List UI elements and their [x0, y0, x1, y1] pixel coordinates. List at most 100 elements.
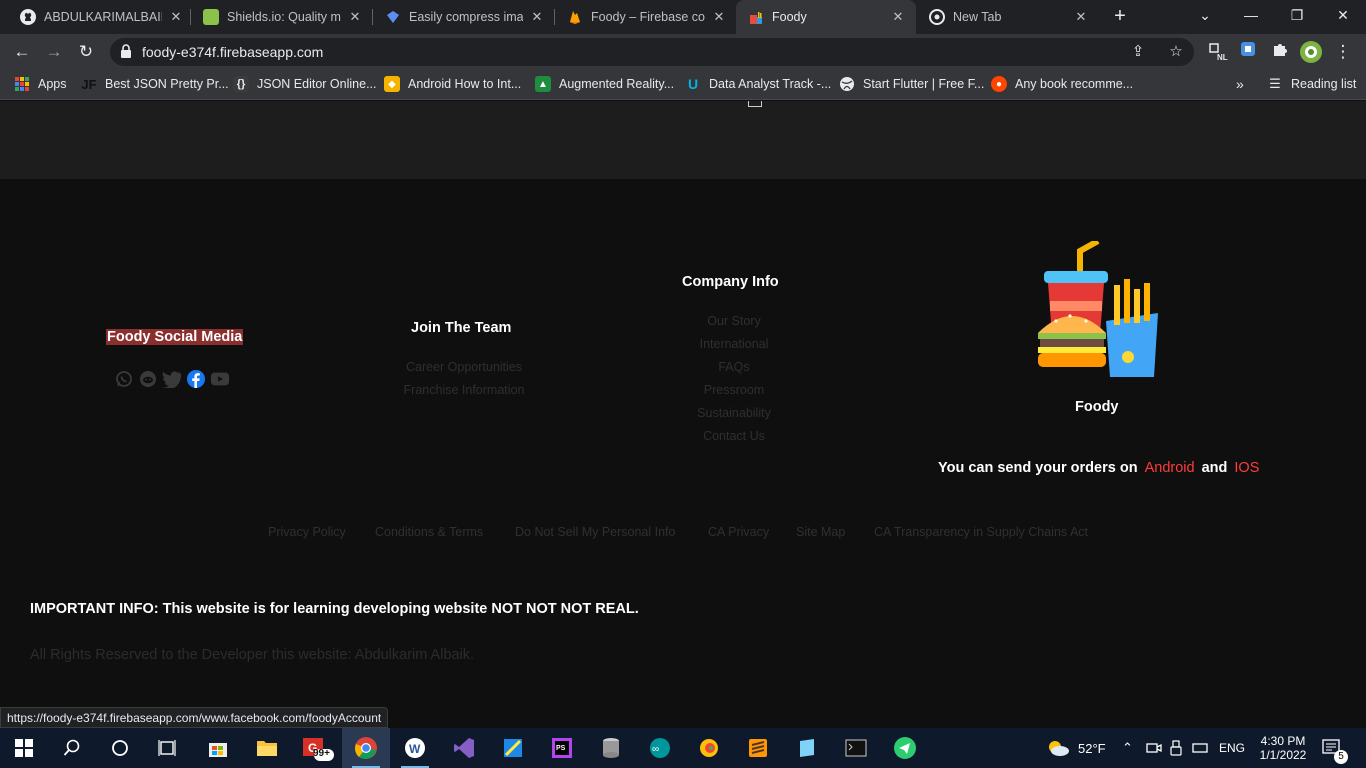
reddit-icon: ●	[991, 76, 1007, 92]
and-text: and	[1201, 460, 1228, 476]
bookmark-label: Start Flutter | Free F...	[863, 77, 985, 91]
ar-icon: ▲	[535, 76, 551, 92]
telegram-icon[interactable]	[881, 728, 929, 768]
url-text[interactable]: foody-e374f.firebaseapp.com	[142, 44, 323, 60]
android-link[interactable]: Android	[1142, 460, 1198, 476]
reddit-icon[interactable]	[138, 369, 158, 389]
new-tab-button[interactable]: +	[1108, 5, 1132, 29]
status-url-bubble: https://foody-e374f.firebaseapp.com/www.…	[0, 707, 389, 728]
close-icon[interactable]: ✕	[890, 9, 906, 25]
network-icon[interactable]	[1192, 728, 1208, 768]
bookmark-star-icon[interactable]: ☆	[1166, 42, 1186, 60]
international-link[interactable]: International	[664, 333, 804, 356]
do-not-sell-link[interactable]: Do Not Sell My Personal Info	[515, 525, 676, 539]
forward-icon[interactable]: →	[42, 40, 66, 64]
contact-us-link[interactable]: Contact Us	[664, 425, 804, 448]
cortana-icon[interactable]	[96, 728, 144, 768]
share-icon[interactable]: ⇪	[1128, 42, 1148, 60]
svg-text:∞: ∞	[652, 744, 659, 755]
github-icon	[20, 9, 36, 25]
tab-github[interactable]: ABDULKARIMALBAIK/ ✕	[8, 0, 194, 34]
dev-tool-icon[interactable]	[489, 728, 537, 768]
site-map-link[interactable]: Site Map	[796, 525, 845, 539]
restore-button[interactable]: ❐	[1274, 0, 1320, 32]
twitter-icon[interactable]	[162, 369, 182, 389]
mail-icon[interactable]: G 99+	[293, 728, 341, 768]
bookmark-json-editor[interactable]: {} JSON Editor Online...	[233, 76, 377, 92]
visual-studio-icon[interactable]	[440, 728, 488, 768]
spiral-app-icon[interactable]	[685, 728, 733, 768]
close-window-button[interactable]: ✕	[1320, 0, 1366, 32]
bookmark-label: Best JSON Pretty Pr...	[105, 77, 229, 91]
file-explorer-icon[interactable]	[243, 728, 291, 768]
tray-overflow-icon[interactable]: ⌃	[1122, 728, 1133, 768]
our-story-link[interactable]: Our Story	[664, 310, 804, 333]
reading-list-button[interactable]: ☰ Reading list	[1267, 76, 1356, 92]
facebook-icon[interactable]	[186, 369, 206, 389]
ios-link[interactable]: IOS	[1231, 460, 1262, 476]
tab-shields[interactable]: Shields.io: Quality met ✕	[191, 0, 373, 34]
word-icon[interactable]: W	[391, 728, 439, 768]
close-icon[interactable]: ✕	[711, 9, 727, 25]
minimize-button[interactable]: —	[1228, 0, 1274, 32]
weather-widget[interactable]: 52°F	[1046, 728, 1106, 768]
svg-text:PS: PS	[556, 745, 566, 752]
close-icon[interactable]: ✕	[1073, 9, 1089, 25]
conditions-terms-link[interactable]: Conditions & Terms	[375, 525, 483, 539]
close-icon[interactable]: ✕	[168, 9, 184, 25]
faqs-link[interactable]: FAQs	[664, 356, 804, 379]
back-icon[interactable]: ←	[10, 40, 34, 64]
bookmark-json-pretty[interactable]: JF Best JSON Pretty Pr...	[81, 76, 229, 92]
task-view-icon[interactable]	[144, 728, 192, 768]
youtube-icon[interactable]	[210, 369, 230, 389]
meet-now-icon[interactable]	[1146, 728, 1162, 768]
extension-nl-icon[interactable]: NL	[1206, 40, 1230, 64]
notification-badge: 5	[1334, 750, 1348, 764]
notes-app-icon[interactable]	[783, 728, 831, 768]
bookmark-udacity[interactable]: U Data Analyst Track -...	[685, 76, 831, 92]
extension-blue-icon[interactable]	[1236, 40, 1260, 64]
bookmark-flutter[interactable]: Start Flutter | Free F...	[839, 76, 984, 92]
clock[interactable]: 4:30 PM 1/1/2022	[1258, 728, 1308, 768]
privacy-policy-link[interactable]: Privacy Policy	[268, 525, 346, 539]
bookmark-label: Augmented Reality...	[559, 77, 675, 91]
franchise-information-link[interactable]: Franchise Information	[384, 379, 544, 402]
search-icon[interactable]	[48, 728, 96, 768]
tab-search-icon[interactable]: ⌄	[1182, 0, 1228, 32]
notification-center-icon[interactable]: 5	[1322, 728, 1348, 768]
career-opportunities-link[interactable]: Career Opportunities	[384, 356, 544, 379]
menu-icon[interactable]: ⋮	[1331, 40, 1355, 64]
extensions-puzzle-icon[interactable]	[1268, 40, 1292, 64]
terminal-icon[interactable]	[832, 728, 880, 768]
bookmarks-overflow-button[interactable]: »	[1236, 76, 1244, 92]
whatsapp-icon[interactable]	[114, 369, 134, 389]
start-button[interactable]	[0, 728, 48, 768]
reload-icon[interactable]: ↻	[74, 40, 98, 64]
tab-firebase[interactable]: Foody – Firebase cons ✕	[555, 0, 737, 34]
address-bar[interactable]: foody-e374f.firebaseapp.com ⇪ ☆	[110, 38, 1194, 66]
social-icons	[114, 369, 230, 389]
bookmark-ar[interactable]: ▲ Augmented Reality...	[535, 76, 674, 92]
close-icon[interactable]: ✕	[347, 9, 363, 25]
tab-title: New Tab	[953, 10, 1002, 24]
sublime-text-icon[interactable]	[734, 728, 782, 768]
pressroom-link[interactable]: Pressroom	[664, 379, 804, 402]
phpstorm-icon[interactable]: PS	[538, 728, 586, 768]
database-icon[interactable]	[587, 728, 635, 768]
arduino-icon[interactable]: ∞	[636, 728, 684, 768]
ca-transparency-link[interactable]: CA Transparency in Supply Chains Act	[874, 525, 1088, 539]
tab-foody[interactable]: Foody ✕	[736, 0, 916, 34]
usb-icon[interactable]	[1170, 728, 1182, 768]
tab-tinypng[interactable]: Easily compress image ✕	[373, 0, 555, 34]
profile-avatar[interactable]	[1299, 40, 1323, 64]
bookmark-android[interactable]: ◆ Android How to Int...	[384, 76, 521, 92]
ca-privacy-link[interactable]: CA Privacy	[708, 525, 769, 539]
tab-new-tab[interactable]: New Tab ✕	[917, 0, 1099, 34]
chrome-taskbar-icon[interactable]	[342, 728, 390, 768]
close-icon[interactable]: ✕	[529, 9, 545, 25]
language-indicator[interactable]: ENG	[1219, 728, 1245, 768]
store-icon[interactable]	[194, 728, 242, 768]
bookmark-apps[interactable]: Apps	[14, 76, 67, 92]
sustainability-link[interactable]: Sustainability	[664, 402, 804, 425]
bookmark-reddit[interactable]: ● Any book recomme...	[991, 76, 1133, 92]
